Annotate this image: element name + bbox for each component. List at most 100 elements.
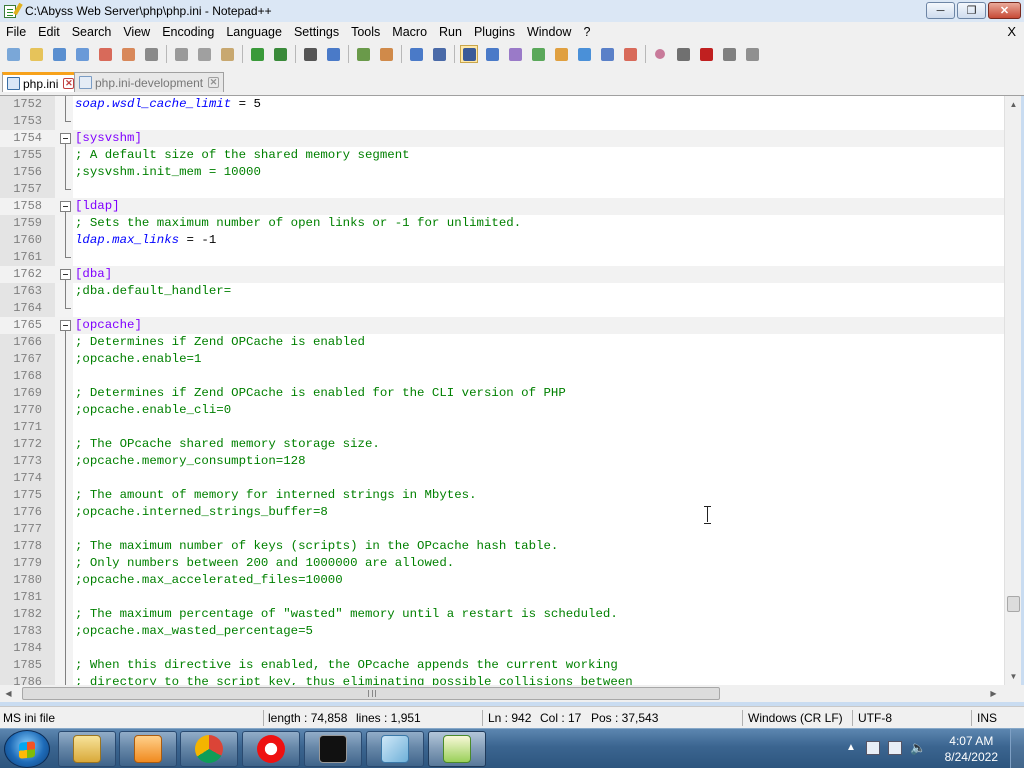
close-button[interactable] <box>96 45 114 63</box>
code-line[interactable]: 1782 ; The maximum percentage of "wasted"… <box>0 606 1004 623</box>
code-line[interactable]: 1767 ;opcache.enable=1 <box>0 351 1004 368</box>
code-line[interactable]: 1753 <box>0 113 1004 130</box>
sync-vertical-button[interactable] <box>407 45 425 63</box>
taskbar-media-player[interactable] <box>119 731 177 767</box>
code-line[interactable]: 1760 ldap.max_links = -1 <box>0 232 1004 249</box>
code-line[interactable]: 1777 <box>0 521 1004 538</box>
menu-search[interactable]: Search <box>66 22 118 42</box>
code-line[interactable]: 1771 <box>0 419 1004 436</box>
horizontal-scrollbar[interactable]: ◀ ▶ <box>0 685 1004 702</box>
code-line[interactable]: 1784 <box>0 640 1004 657</box>
code-line[interactable]: 1770 ;opcache.enable_cli=0 <box>0 402 1004 419</box>
undo-button[interactable] <box>248 45 266 63</box>
find-button[interactable] <box>301 45 319 63</box>
indent-guide-button[interactable] <box>506 45 524 63</box>
scroll-left-arrow-icon[interactable]: ◀ <box>0 685 17 702</box>
stop-macro-button[interactable] <box>674 45 692 63</box>
maximize-button[interactable]: ❐ <box>957 2 986 19</box>
run-macro-multiple-button[interactable] <box>720 45 738 63</box>
show-desktop-button[interactable] <box>1010 729 1024 768</box>
taskbar-command-prompt[interactable] <box>304 731 362 767</box>
word-wrap-button[interactable] <box>460 45 478 63</box>
menu-view[interactable]: View <box>117 22 156 42</box>
play-macro-button[interactable] <box>697 45 715 63</box>
code-line[interactable]: 1762 [dba] <box>0 266 1004 283</box>
scroll-right-arrow-icon[interactable]: ▶ <box>985 685 1002 702</box>
scroll-down-arrow-icon[interactable]: ▼ <box>1005 668 1022 685</box>
zoom-in-button[interactable] <box>354 45 372 63</box>
minimize-button[interactable]: ─ <box>926 2 955 19</box>
code-line[interactable]: 1780 ;opcache.max_accelerated_files=10000 <box>0 572 1004 589</box>
code-line[interactable]: 1769 ; Determines if Zend OPCache is enab… <box>0 385 1004 402</box>
save-button[interactable] <box>50 45 68 63</box>
menu-encoding[interactable]: Encoding <box>156 22 220 42</box>
code-line[interactable]: 1773 ;opcache.memory_consumption=128 <box>0 453 1004 470</box>
menu-file[interactable]: File <box>0 22 32 42</box>
code-line[interactable]: 1783 ;opcache.max_wasted_percentage=5 <box>0 623 1004 640</box>
clock[interactable]: 4:07 AM 8/24/2022 <box>945 733 998 765</box>
code-line[interactable]: 1754 [sysvshm] <box>0 130 1004 147</box>
monitoring-button[interactable] <box>621 45 639 63</box>
code-line[interactable]: 1761 <box>0 249 1004 266</box>
function-list-button[interactable] <box>575 45 593 63</box>
code-line[interactable]: 1781 <box>0 589 1004 606</box>
show-hidden-icons-icon[interactable]: ▲ <box>846 742 860 756</box>
fold-toggle-icon[interactable] <box>60 201 71 212</box>
horizontal-scroll-thumb[interactable] <box>22 687 720 700</box>
code-line[interactable]: 1774 <box>0 470 1004 487</box>
close-all-button[interactable] <box>119 45 137 63</box>
fold-toggle-icon[interactable] <box>60 269 71 280</box>
close-window-button[interactable]: ✕ <box>988 2 1021 19</box>
code-line[interactable]: 1786 ; directory to the script key, thus … <box>0 674 1004 685</box>
taskbar-notepad[interactable] <box>366 731 424 767</box>
menu-window[interactable]: Window <box>521 22 577 42</box>
code-line[interactable]: 1778 ; The maximum number of keys (script… <box>0 538 1004 555</box>
taskbar-file-explorer[interactable] <box>58 731 116 767</box>
code-line[interactable]: 1775 ; The amount of memory for interned … <box>0 487 1004 504</box>
action-center-icon[interactable] <box>888 741 902 755</box>
fold-toggle-icon[interactable] <box>60 320 71 331</box>
close-document-button[interactable]: X <box>1007 22 1016 42</box>
code-line[interactable]: 1756 ;sysvshm.init_mem = 10000 <box>0 164 1004 181</box>
menu-edit[interactable]: Edit <box>32 22 66 42</box>
menu-language[interactable]: Language <box>220 22 288 42</box>
udl-button[interactable] <box>529 45 547 63</box>
cut-button[interactable] <box>172 45 190 63</box>
code-line[interactable]: 1766 ; Determines if Zend OPCache is enab… <box>0 334 1004 351</box>
start-button[interactable] <box>4 730 50 768</box>
scroll-up-arrow-icon[interactable]: ▲ <box>1005 96 1022 113</box>
copy-button[interactable] <box>195 45 213 63</box>
menu-settings[interactable]: Settings <box>288 22 345 42</box>
tab-php-ini[interactable]: php.ini ✕ <box>2 72 80 92</box>
print-button[interactable] <box>142 45 160 63</box>
open-file-button[interactable] <box>27 45 45 63</box>
taskbar-youtube-music[interactable] <box>242 731 300 767</box>
taskbar-notepad-plus-plus[interactable] <box>428 731 486 767</box>
close-tab-icon[interactable]: ✕ <box>63 78 75 89</box>
code-line[interactable]: 1785 ; When this directive is enabled, th… <box>0 657 1004 674</box>
code-line[interactable]: 1768 <box>0 368 1004 385</box>
code-line[interactable]: 1772 ; The OPcache shared memory storage … <box>0 436 1004 453</box>
save-all-button[interactable] <box>73 45 91 63</box>
replace-button[interactable] <box>324 45 342 63</box>
code-line[interactable]: 1759 ; Sets the maximum number of open li… <box>0 215 1004 232</box>
vertical-scrollbar[interactable]: ▲ ▼ <box>1004 96 1021 685</box>
tab-php-ini-development[interactable]: php.ini-development ✕ <box>74 72 225 92</box>
redo-button[interactable] <box>271 45 289 63</box>
menu-help[interactable]: ? <box>577 22 596 42</box>
zoom-out-button[interactable] <box>377 45 395 63</box>
fold-toggle-icon[interactable] <box>60 133 71 144</box>
text-editor[interactable]: 1752 soap.wsdl_cache_limit = 5 1753 1754 [sy… <box>0 96 1004 685</box>
menu-macro[interactable]: Macro <box>386 22 433 42</box>
sync-horizontal-button[interactable] <box>430 45 448 63</box>
code-line[interactable]: 1752 soap.wsdl_cache_limit = 5 <box>0 96 1004 113</box>
code-line[interactable]: 1765 [opcache] <box>0 317 1004 334</box>
folder-workspace-button[interactable] <box>598 45 616 63</box>
code-line[interactable]: 1757 <box>0 181 1004 198</box>
show-all-chars-button[interactable] <box>483 45 501 63</box>
paste-button[interactable] <box>218 45 236 63</box>
code-line[interactable]: 1755 ; A default size of the shared memor… <box>0 147 1004 164</box>
close-tab-icon[interactable]: ✕ <box>208 77 220 88</box>
code-line[interactable]: 1758 [ldap] <box>0 198 1004 215</box>
code-line[interactable]: 1779 ; Only numbers between 200 and 10000… <box>0 555 1004 572</box>
